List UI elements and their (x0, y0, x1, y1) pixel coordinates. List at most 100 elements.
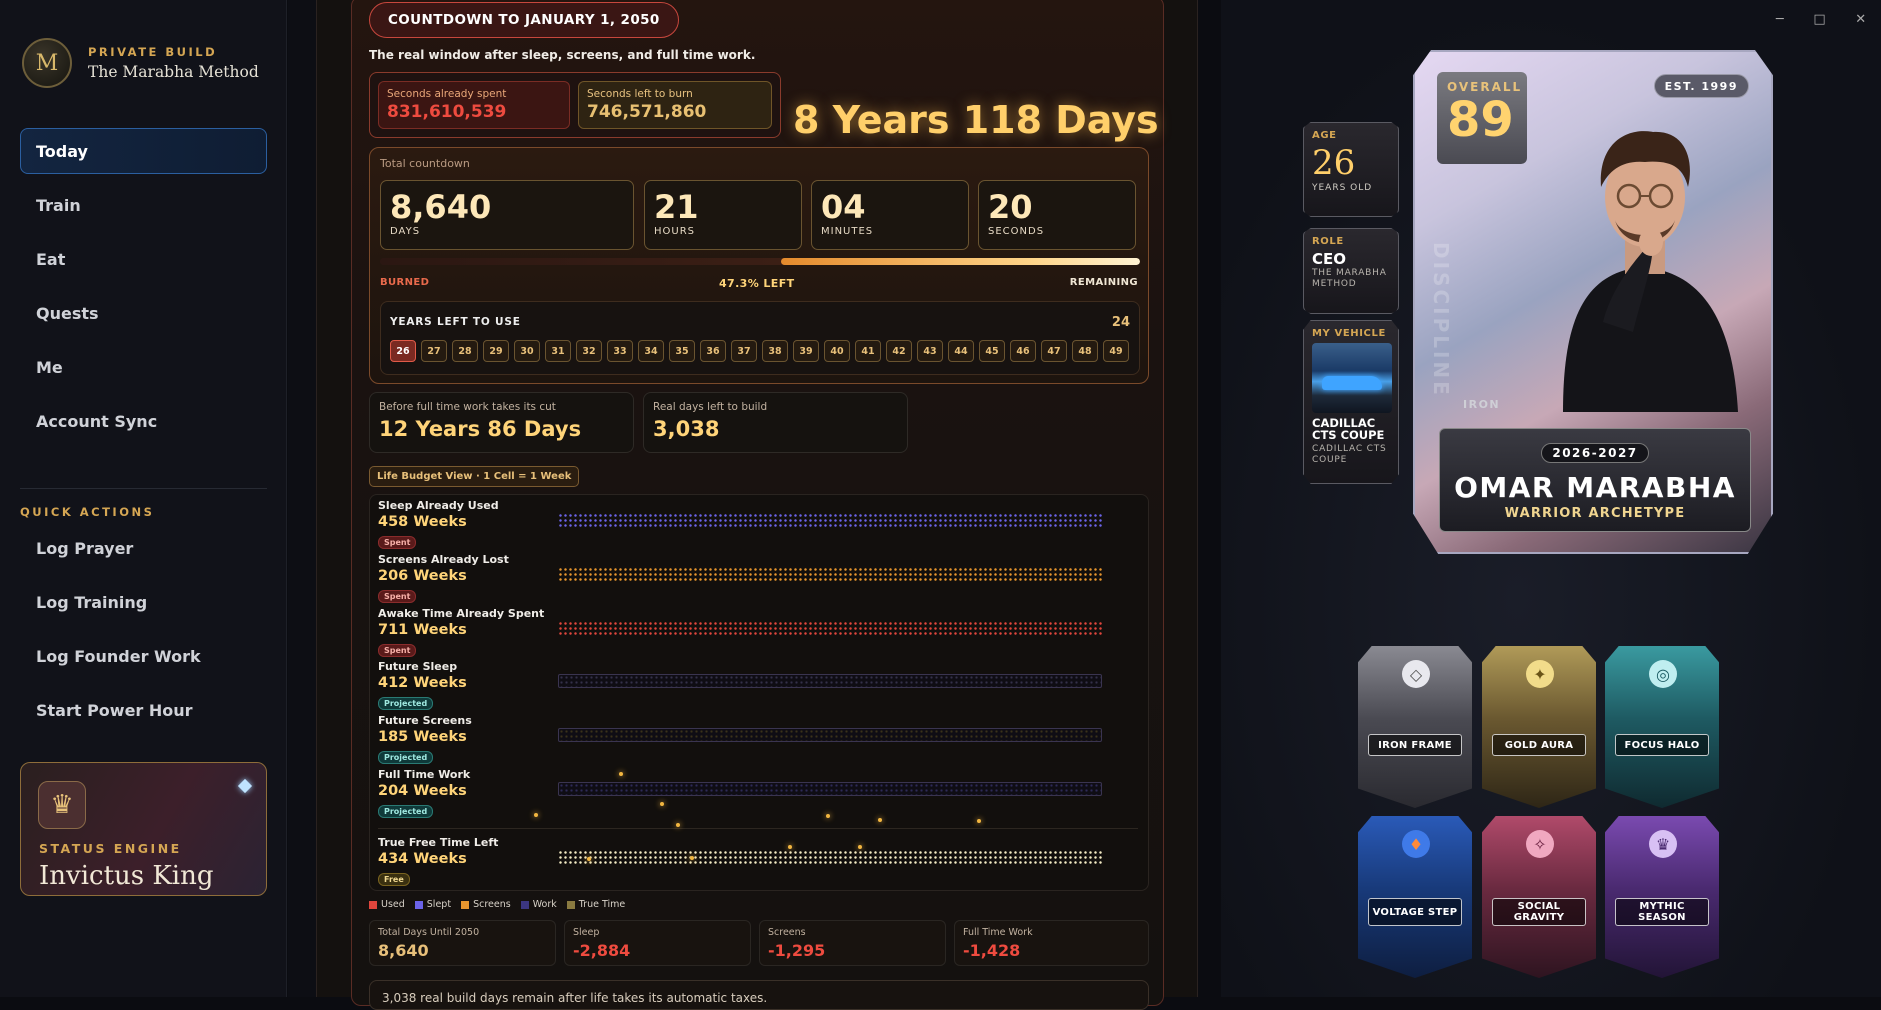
budget-row: Future Screens 185 Weeks Projected (378, 714, 1138, 766)
log-prayer-button[interactable]: Log Prayer (20, 525, 267, 571)
years-left-title: YEARS LEFT TO USE (390, 316, 521, 328)
budget-row-name: Sleep Already Used (378, 499, 499, 512)
year-chips: 26 27 28 29 30 31 32 33 34 35 36 37 38 39 40 41 42 43 44 45… (390, 340, 1129, 362)
year-chip[interactable]: 47 (1041, 340, 1067, 362)
log-founder-work-button[interactable]: Log Founder Work (20, 633, 267, 679)
legend-label: Work (532, 899, 557, 910)
screens-total-card: Screens -1,295 (759, 920, 946, 966)
seconds-unit: 20 SECONDS (978, 180, 1136, 250)
spark (878, 818, 882, 822)
spark (660, 802, 664, 806)
year-chip[interactable]: 39 (793, 340, 819, 362)
burned-label: BURNED (380, 277, 430, 288)
year-chip[interactable]: 45 (979, 340, 1005, 362)
week-cells (558, 567, 1102, 581)
before-work-card: Before full time work takes its cut 12 Y… (369, 392, 634, 453)
year-chip[interactable]: 29 (483, 340, 509, 362)
legend-swatch (566, 900, 575, 909)
minutes-unit: 04 MINUTES (811, 180, 969, 250)
badge-focus-halo[interactable]: ◎ FOCUS HALO (1605, 646, 1719, 808)
screens-total-label: Screens (768, 927, 806, 938)
age-value: 26 (1312, 143, 1356, 183)
budget-row-tag: Projected (378, 751, 434, 764)
budget-row-tag: Spent (378, 644, 417, 657)
seconds-left-value: 746,571,860 (587, 102, 707, 122)
crown-icon: ♛ (1649, 830, 1677, 858)
year-chip[interactable]: 28 (452, 340, 478, 362)
sidebar: M PRIVATE BUILD The Marabha Method Today… (0, 0, 287, 997)
total-days-value: 8,640 (378, 941, 429, 960)
days-value: 8,640 (390, 188, 492, 226)
badge-mythic-season[interactable]: ♛ MYTHIC SEASON (1605, 816, 1719, 978)
budget-row: True Free Time Left 434 Weeks Free (378, 836, 1138, 888)
week-cells (558, 850, 1102, 864)
nameplate: 2026-2027 OMAR MARABHA WARRIOR ARCHETYPE (1439, 428, 1751, 532)
legend-item: Screens (461, 899, 511, 910)
seconds-spent-value: 831,610,539 (387, 102, 507, 122)
year-chip[interactable]: 44 (948, 340, 974, 362)
real-days-label: Real days left to build (653, 401, 768, 413)
window-controls: ─ □ ✕ (1761, 0, 1881, 38)
year-chip[interactable]: 41 (855, 340, 881, 362)
badge-gold-aura[interactable]: ✦ GOLD AURA (1482, 646, 1596, 808)
year-chip[interactable]: 32 (576, 340, 602, 362)
badge-social-gravity[interactable]: ✧ SOCIAL GRAVITY (1482, 816, 1596, 978)
nav-item-account-sync[interactable]: Account Sync (20, 398, 267, 444)
player-card[interactable]: OVERALL 89 EST. 1999 DISCIPLINE IRON 202… (1413, 50, 1773, 554)
status-engine-card[interactable]: ♛ STATUS ENGINE Invictus King (20, 762, 267, 896)
player-portrait (1563, 131, 1738, 412)
progress-bar-fill (780, 258, 1140, 265)
year-chip[interactable]: 35 (669, 340, 695, 362)
year-chip[interactable]: 40 (824, 340, 850, 362)
year-chip[interactable]: 43 (917, 340, 943, 362)
nav-item-today[interactable]: Today (20, 128, 267, 174)
age-card[interactable]: AGE 26 YEARS OLD (1303, 122, 1399, 217)
legend-item: Used (369, 899, 405, 910)
budget-row-name: Awake Time Already Spent (378, 607, 545, 620)
role-card[interactable]: ROLE CEO THE MARABHA METHOD (1303, 228, 1399, 314)
start-power-hour-button[interactable]: Start Power Hour (20, 687, 267, 733)
maximize-button[interactable]: □ (1813, 12, 1825, 27)
spark (676, 823, 680, 827)
log-training-button[interactable]: Log Training (20, 579, 267, 625)
seconds-value: 20 (988, 188, 1033, 226)
badge-label: GOLD AURA (1492, 734, 1586, 756)
year-chip[interactable]: 42 (886, 340, 912, 362)
year-chip[interactable]: 33 (607, 340, 633, 362)
vehicle-card[interactable]: MY VEHICLE CADILLAC CTS COUPE CADILLAC C… (1303, 320, 1399, 484)
year-chip[interactable]: 34 (638, 340, 664, 362)
life-budget-label: Life Budget View · 1 Cell = 1 Week (369, 466, 580, 487)
hours-value: 21 (654, 188, 699, 226)
minimize-button[interactable]: ─ (1776, 12, 1784, 27)
legend-item: True Time (566, 899, 625, 910)
year-chip[interactable]: 30 (514, 340, 540, 362)
year-chip[interactable]: 38 (762, 340, 788, 362)
budget-row: Full Time Work 204 Weeks Projected (378, 768, 1138, 820)
badge-label: MYTHIC SEASON (1615, 898, 1709, 926)
badge-iron-frame[interactable]: ◇ IRON FRAME (1358, 646, 1472, 808)
year-chip[interactable]: 48 (1072, 340, 1098, 362)
year-chip[interactable]: 37 (731, 340, 757, 362)
nav-item-quests[interactable]: Quests (20, 290, 267, 336)
seconds-left-label: Seconds left to burn (587, 88, 693, 100)
nav-item-train[interactable]: Train (20, 182, 267, 228)
year-chip[interactable]: 46 (1010, 340, 1036, 362)
budget-legend: Used Slept Screens Work True Time (369, 899, 625, 910)
flame-icon: ♦ (1402, 830, 1430, 858)
nav-item-me[interactable]: Me (20, 344, 267, 390)
year-chip[interactable]: 36 (700, 340, 726, 362)
days-unit: 8,640 DAYS (380, 180, 634, 250)
brand[interactable]: M PRIVATE BUILD The Marabha Method (22, 38, 259, 88)
week-cells (558, 728, 1102, 742)
year-chip[interactable]: 26 (390, 340, 416, 362)
countdown-tagline: The real window after sleep, screens, an… (369, 48, 756, 62)
nav-item-eat[interactable]: Eat (20, 236, 267, 282)
year-chip[interactable]: 31 (545, 340, 571, 362)
quick-actions-heading: QUICK ACTIONS (20, 505, 155, 519)
badge-voltage-step[interactable]: ♦ VOLTAGE STEP (1358, 816, 1472, 978)
brand-logo: M (22, 38, 72, 88)
seconds-spent: Seconds already spent 831,610,539 (378, 81, 570, 129)
close-button[interactable]: ✕ (1855, 12, 1866, 27)
year-chip[interactable]: 27 (421, 340, 447, 362)
year-chip[interactable]: 49 (1103, 340, 1129, 362)
